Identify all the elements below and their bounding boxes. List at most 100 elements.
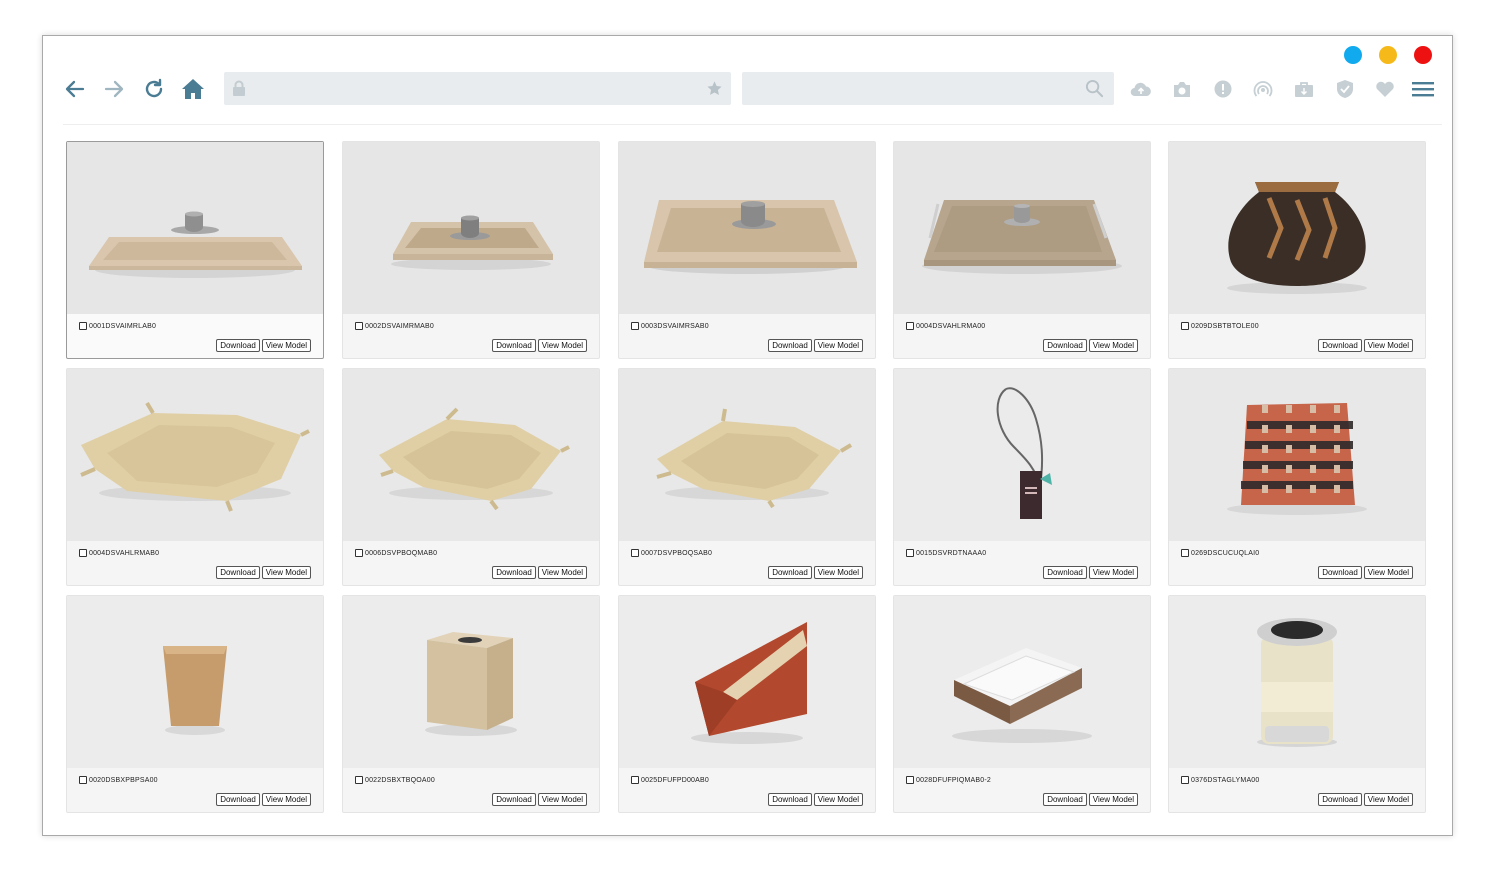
product-checkbox[interactable] bbox=[1181, 776, 1189, 784]
product-thumbnail[interactable] bbox=[894, 596, 1150, 768]
view-model-button[interactable]: View Model bbox=[537, 566, 587, 579]
product-thumbnail[interactable] bbox=[894, 369, 1150, 541]
download-button[interactable]: Download bbox=[492, 793, 536, 806]
back-button[interactable] bbox=[60, 72, 90, 106]
product-checkbox[interactable] bbox=[79, 549, 87, 557]
download-button[interactable]: Download bbox=[1318, 566, 1362, 579]
product-checkbox[interactable] bbox=[355, 549, 363, 557]
product-thumbnail[interactable] bbox=[343, 596, 599, 768]
address-input[interactable] bbox=[256, 72, 686, 105]
view-model-button[interactable]: View Model bbox=[261, 339, 311, 352]
product-checkbox[interactable] bbox=[79, 322, 87, 330]
upload-cloud-button[interactable] bbox=[1129, 78, 1153, 100]
view-model-button[interactable]: View Model bbox=[537, 793, 587, 806]
download-button[interactable]: Download bbox=[1043, 793, 1087, 806]
product-code: 0004DSVAHLRMAB0 bbox=[89, 549, 160, 557]
product-image bbox=[1169, 596, 1425, 768]
view-model-button[interactable]: View Model bbox=[1363, 566, 1413, 579]
download-button[interactable]: Download bbox=[216, 793, 260, 806]
window-control-blue[interactable] bbox=[1344, 46, 1362, 64]
forward-button[interactable] bbox=[99, 72, 129, 106]
product-thumbnail[interactable] bbox=[67, 596, 323, 768]
product-thumbnail[interactable] bbox=[67, 142, 323, 314]
product-card: 0002DSVAIMRMAB0 Download View Model bbox=[342, 141, 600, 359]
product-checkbox[interactable] bbox=[906, 322, 914, 330]
product-code-row: 0022DSBXTBQOA00 bbox=[355, 776, 435, 784]
product-thumbnail[interactable] bbox=[1169, 142, 1425, 314]
download-button[interactable]: Download bbox=[1318, 339, 1362, 352]
product-thumbnail[interactable] bbox=[343, 142, 599, 314]
download-button[interactable]: Download bbox=[216, 566, 260, 579]
download-button[interactable]: Download bbox=[492, 339, 536, 352]
view-model-button[interactable]: View Model bbox=[1088, 566, 1138, 579]
product-code-row: 0006DSVPBOQMAB0 bbox=[355, 549, 437, 557]
product-code-row: 0020DSBXPBPSA00 bbox=[79, 776, 158, 784]
window-controls bbox=[1344, 46, 1432, 64]
product-card: 0006DSVPBOQMAB0 Download View Model bbox=[342, 368, 600, 586]
product-thumbnail[interactable] bbox=[894, 142, 1150, 314]
product-checkbox[interactable] bbox=[906, 549, 914, 557]
product-checkbox[interactable] bbox=[79, 776, 87, 784]
product-card: 0004DSVAHLRMAB0 Download View Model bbox=[66, 368, 324, 586]
product-thumbnail[interactable] bbox=[67, 369, 323, 541]
product-thumbnail[interactable] bbox=[343, 369, 599, 541]
reload-button[interactable] bbox=[139, 72, 169, 106]
download-button[interactable]: Download bbox=[1043, 566, 1087, 579]
product-code-row: 0028DFUFPIQMAB0-2 bbox=[906, 776, 991, 784]
screenshot-button[interactable] bbox=[1170, 78, 1194, 100]
view-model-button[interactable]: View Model bbox=[813, 566, 863, 579]
product-thumbnail[interactable] bbox=[1169, 596, 1425, 768]
home-button[interactable] bbox=[178, 72, 208, 106]
window-control-red[interactable] bbox=[1414, 46, 1432, 64]
view-model-button[interactable]: View Model bbox=[813, 339, 863, 352]
product-checkbox[interactable] bbox=[355, 322, 363, 330]
address-bar[interactable] bbox=[224, 72, 731, 105]
view-model-button[interactable]: View Model bbox=[1363, 339, 1413, 352]
product-thumbnail[interactable] bbox=[619, 142, 875, 314]
view-model-button[interactable]: View Model bbox=[261, 793, 311, 806]
product-thumbnail[interactable] bbox=[619, 596, 875, 768]
briefcase-button[interactable] bbox=[1292, 78, 1316, 100]
view-model-button[interactable]: View Model bbox=[1088, 793, 1138, 806]
download-button[interactable]: Download bbox=[768, 566, 812, 579]
product-checkbox[interactable] bbox=[1181, 322, 1189, 330]
search-bar[interactable] bbox=[742, 72, 1114, 105]
product-code: 0025DFUFPD00AB0 bbox=[641, 776, 709, 784]
favorites-button[interactable] bbox=[1373, 78, 1397, 100]
alert-button[interactable] bbox=[1211, 78, 1235, 100]
product-image bbox=[619, 369, 875, 541]
download-button[interactable]: Download bbox=[1318, 793, 1362, 806]
view-model-button[interactable]: View Model bbox=[813, 793, 863, 806]
menu-button[interactable] bbox=[1410, 78, 1436, 100]
product-thumbnail[interactable] bbox=[619, 369, 875, 541]
window-control-yellow[interactable] bbox=[1379, 46, 1397, 64]
download-button[interactable]: Download bbox=[492, 566, 536, 579]
product-checkbox[interactable] bbox=[355, 776, 363, 784]
view-model-button[interactable]: View Model bbox=[261, 566, 311, 579]
view-model-button[interactable]: View Model bbox=[1363, 793, 1413, 806]
product-checkbox[interactable] bbox=[631, 776, 639, 784]
download-button[interactable]: Download bbox=[216, 339, 260, 352]
view-model-button[interactable]: View Model bbox=[1088, 339, 1138, 352]
product-code-row: 0004DSVAHLRMA00 bbox=[906, 322, 985, 330]
shield-button[interactable] bbox=[1333, 78, 1357, 100]
product-checkbox[interactable] bbox=[631, 322, 639, 330]
star-icon[interactable] bbox=[706, 80, 723, 97]
download-button[interactable]: Download bbox=[768, 339, 812, 352]
product-thumbnail[interactable] bbox=[1169, 369, 1425, 541]
product-card: 0004DSVAHLRMA00 Download View Model bbox=[893, 141, 1151, 359]
product-code: 0002DSVAIMRMAB0 bbox=[365, 322, 435, 330]
download-button[interactable]: Download bbox=[768, 793, 812, 806]
search-icon[interactable] bbox=[1085, 79, 1104, 98]
view-model-button[interactable]: View Model bbox=[537, 339, 587, 352]
search-input[interactable] bbox=[752, 72, 1072, 105]
product-actions: Download View Model bbox=[492, 566, 587, 579]
product-code: 0004DSVAHLRMA00 bbox=[916, 322, 986, 330]
product-checkbox[interactable] bbox=[1181, 549, 1189, 557]
product-checkbox[interactable] bbox=[631, 549, 639, 557]
product-checkbox[interactable] bbox=[906, 776, 914, 784]
cloud-upload-icon bbox=[1130, 82, 1151, 97]
broadcast-button[interactable] bbox=[1251, 78, 1275, 100]
product-code: 0001DSVAIMRLAB0 bbox=[89, 322, 157, 330]
download-button[interactable]: Download bbox=[1043, 339, 1087, 352]
